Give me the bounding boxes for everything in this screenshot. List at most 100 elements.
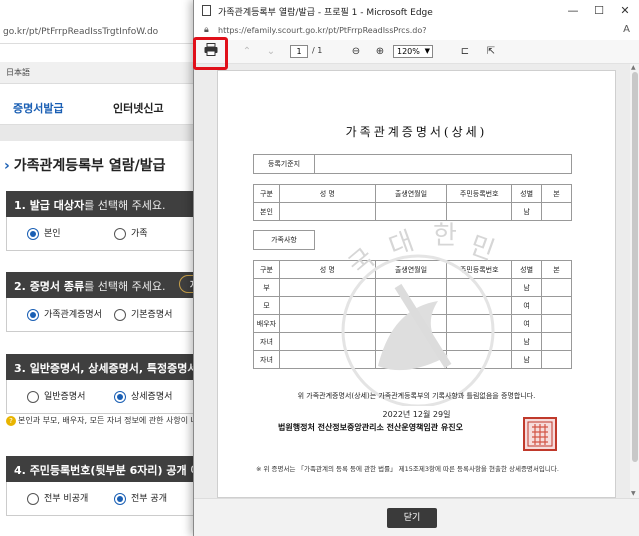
read-aloud-icon[interactable]: A bbox=[623, 24, 630, 35]
table-cell: 남 bbox=[511, 202, 543, 221]
table-cell bbox=[541, 332, 572, 351]
table-cell bbox=[278, 350, 376, 369]
section-4-header: 4. 주민등록번호(뒷부분 6자리) 공개 여 bbox=[6, 456, 196, 482]
table-row: 자녀 남 bbox=[253, 350, 572, 369]
chevron-down-icon: ▼ bbox=[424, 47, 430, 55]
language-link[interactable]: 日本語 bbox=[0, 62, 200, 84]
table-cell bbox=[374, 278, 448, 297]
radio-label: 본인 bbox=[44, 229, 61, 239]
scroll-up-icon[interactable]: ▲ bbox=[631, 64, 636, 71]
zoom-select[interactable]: 120% ▼ bbox=[393, 45, 433, 58]
nav-certificate-issue[interactable]: 증명서발급 bbox=[13, 100, 64, 116]
export-icon[interactable]: ⇱ bbox=[484, 43, 498, 61]
radio-selected-icon[interactable] bbox=[27, 227, 39, 240]
scrollbar-thumb[interactable] bbox=[632, 72, 638, 462]
prev-page-icon[interactable]: ⌃ bbox=[240, 43, 254, 61]
watermark-char: 한 bbox=[433, 221, 457, 251]
table-header-cell: 구분 bbox=[253, 184, 280, 203]
popup-url[interactable]: https://efamily.scourt.go.kr/pt/PtFrrpRe… bbox=[218, 26, 427, 35]
popup-titlebar[interactable]: 가족관계등록부 열람/발급 - 프로필 1 - Microsoft Edge —… bbox=[194, 0, 639, 22]
close-window-icon[interactable]: ✕ bbox=[614, 2, 636, 20]
fit-page-icon[interactable]: ⊏ bbox=[458, 43, 472, 61]
table-cell: 자녀 bbox=[253, 332, 280, 351]
next-page-icon[interactable]: ⌄ bbox=[264, 43, 278, 61]
table-cell: 남 bbox=[511, 350, 543, 369]
radio-selected-icon[interactable] bbox=[27, 308, 39, 321]
table-cell bbox=[446, 332, 513, 351]
reg-base-label: 등록기준지 bbox=[253, 154, 315, 174]
section-number: 3. bbox=[14, 362, 26, 375]
page-total: / 1 bbox=[312, 46, 323, 55]
section-bold: 발급 대상자 bbox=[29, 199, 85, 212]
window-title: 가족관계등록부 열람/발급 - 프로필 1 - Microsoft Edge bbox=[218, 8, 433, 18]
radio-unselected-icon[interactable] bbox=[114, 308, 126, 321]
maximize-icon[interactable]: ☐ bbox=[588, 2, 610, 20]
screen: go.kr/pt/PtFrrpReadIssTrgtInfoW.do 日本語 증… bbox=[0, 0, 639, 536]
lock-icon[interactable]: 🔒︎ bbox=[204, 25, 209, 35]
page-number-input[interactable]: 1 bbox=[290, 45, 308, 58]
document-title: 가족관계증명서(상세) bbox=[345, 125, 488, 139]
table-cell bbox=[374, 350, 448, 369]
zoom-value: 120% bbox=[397, 47, 420, 56]
table-cell bbox=[541, 314, 572, 333]
radio-label: 상세증명서 bbox=[131, 392, 173, 402]
radio-label: 기본증명서 bbox=[131, 310, 173, 320]
section-number: 2. bbox=[14, 280, 26, 293]
table-cell bbox=[446, 314, 513, 333]
table-cell bbox=[374, 332, 448, 351]
radio-general-cert[interactable]: 일반증명서 bbox=[27, 389, 85, 403]
radio-self[interactable]: 본인 bbox=[27, 226, 61, 240]
popup-address-bar[interactable]: 🔒︎ https://efamily.scourt.go.kr/pt/PtFrr… bbox=[194, 22, 639, 40]
radio-basic-cert[interactable]: 기본증명서 bbox=[114, 307, 172, 321]
table-cell bbox=[446, 202, 513, 221]
section-1-header: 1. 발급 대상자를 선택해 주세요. bbox=[6, 191, 196, 217]
vertical-scrollbar[interactable]: ▲ ▼ bbox=[630, 64, 639, 498]
minimize-icon[interactable]: — bbox=[562, 2, 584, 20]
table-header-cell: 성별 bbox=[511, 260, 543, 279]
section-2-header: 2. 증명서 종류를 선택해 주세요.자 bbox=[6, 272, 196, 298]
table-cell bbox=[541, 350, 572, 369]
pdf-viewer[interactable]: 가족관계증명서(상세) 등록기준지 구분 성 명 출생연월일 주민등록번호 성별… bbox=[194, 64, 639, 498]
section-3-header: 3. 일반증명서, 상세증명서, 특정증명서 bbox=[6, 354, 196, 380]
radio-unselected-icon[interactable] bbox=[114, 227, 126, 240]
table-header-cell: 본 bbox=[541, 184, 572, 203]
radio-unselected-icon[interactable] bbox=[27, 492, 39, 505]
table-cell bbox=[374, 296, 448, 315]
radio-unselected-icon[interactable] bbox=[27, 390, 39, 403]
popup-window: 가족관계등록부 열람/발급 - 프로필 1 - Microsoft Edge —… bbox=[193, 0, 639, 536]
footnote: ※ 위 증명서는 「가족관계의 등록 등에 관한 법률」 제15조제3항에 따른… bbox=[256, 465, 559, 473]
table-cell: 남 bbox=[511, 278, 543, 297]
zoom-in-icon[interactable]: ⊕ bbox=[373, 43, 387, 61]
table-cell: 남 bbox=[511, 332, 543, 351]
radio-all-public[interactable]: 전부 공개 bbox=[114, 491, 167, 505]
table-cell bbox=[278, 314, 376, 333]
title-bullet-icon: › bbox=[4, 158, 10, 174]
radio-all-private[interactable]: 전부 비공개 bbox=[27, 491, 88, 505]
reg-base-value bbox=[314, 154, 572, 174]
table-cell bbox=[446, 296, 513, 315]
certify-text: 위 가족관계증명서(상세)는 가족관계등록부의 기록사항과 틀림없음을 증명합니… bbox=[297, 392, 536, 400]
radio-detailed-cert[interactable]: 상세증명서 bbox=[114, 389, 172, 403]
radio-selected-icon[interactable] bbox=[114, 390, 126, 403]
background-address-bar[interactable]: go.kr/pt/PtFrrpReadIssTrgtInfoW.do bbox=[0, 24, 200, 44]
radio-family[interactable]: 가족 bbox=[114, 226, 148, 240]
section-number: 4. bbox=[14, 464, 26, 477]
radio-family-relation-cert[interactable]: 가족관계증명서 bbox=[27, 307, 102, 321]
table-cell: 여 bbox=[511, 314, 543, 333]
nav-internet-report[interactable]: 인터넷신고 bbox=[113, 100, 164, 116]
close-button[interactable]: 닫기 bbox=[387, 508, 437, 528]
info-note-text: 본인과 부모, 배우자, 모든 자녀 정보에 관한 사항이 나옵 bbox=[18, 416, 196, 425]
issuer-name: 법원행정처 전산정보중앙관리소 전산운영책임관 유진오 bbox=[278, 423, 463, 432]
table-header-cell: 주민등록번호 bbox=[446, 184, 513, 203]
table-header-cell: 성별 bbox=[511, 184, 543, 203]
radio-selected-icon[interactable] bbox=[114, 492, 126, 505]
table-row: 구분 성 명 출생연월일 주민등록번호 성별 본 bbox=[253, 260, 572, 279]
section-3-body: 일반증명서 상세증명서 bbox=[6, 380, 196, 414]
divider-strip bbox=[0, 125, 200, 141]
scroll-down-icon[interactable]: ▼ bbox=[631, 490, 636, 497]
table-cell bbox=[541, 278, 572, 297]
table-cell: 배우자 bbox=[253, 314, 280, 333]
background-nav: 증명서발급 인터넷신고 bbox=[0, 85, 200, 125]
section-bold: 일반증명서, 상세증명서, 특정증명서 bbox=[29, 362, 196, 375]
zoom-out-icon[interactable]: ⊖ bbox=[349, 43, 363, 61]
